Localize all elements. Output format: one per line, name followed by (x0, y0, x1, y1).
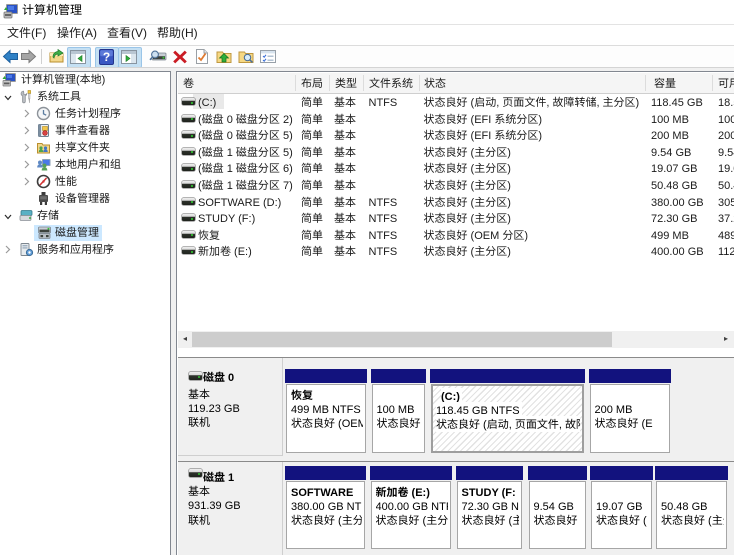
svg-text:?: ? (103, 50, 110, 64)
